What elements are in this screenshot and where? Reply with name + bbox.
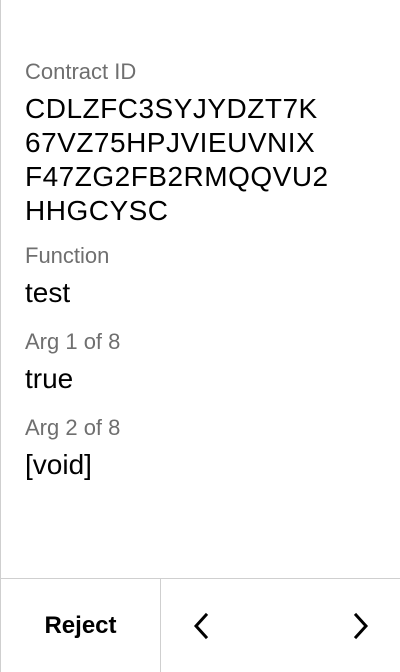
chevron-right-icon <box>352 612 370 640</box>
arg-2-label: Arg 2 of 8 <box>25 415 121 440</box>
function-value: test <box>25 277 71 308</box>
contract-id-line: HHGCYSC <box>25 195 169 226</box>
function-label: Function <box>25 243 110 268</box>
contract-id-line: CDLZFC3SYJYDZT7K <box>25 93 318 124</box>
pagination-controls <box>161 579 400 672</box>
contract-id-value: CDLZFC3SYJYDZT7K 67VZ75HPJVIEUVNIX F47ZG… <box>25 92 385 228</box>
arg-1-label: Arg 1 of 8 <box>25 329 121 354</box>
transaction-details: Contract ID CDLZFC3SYJYDZT7K 67VZ75HPJVI… <box>25 58 385 500</box>
footer-actions: Reject <box>1 578 400 672</box>
contract-id-line: 67VZ75HPJVIEUVNIX <box>25 127 316 158</box>
reject-button[interactable]: Reject <box>1 579 161 672</box>
contract-id-label: Contract ID <box>25 59 137 84</box>
contract-id-line: F47ZG2FB2RMQQVU2 <box>25 161 329 192</box>
previous-button[interactable] <box>187 612 215 640</box>
transaction-review-screen: Contract ID CDLZFC3SYJYDZT7K 67VZ75HPJVI… <box>0 0 400 672</box>
arg-1-value: true <box>25 363 74 394</box>
chevron-left-icon <box>192 612 210 640</box>
next-button[interactable] <box>347 612 375 640</box>
arg-2-value: [void] <box>25 449 92 480</box>
